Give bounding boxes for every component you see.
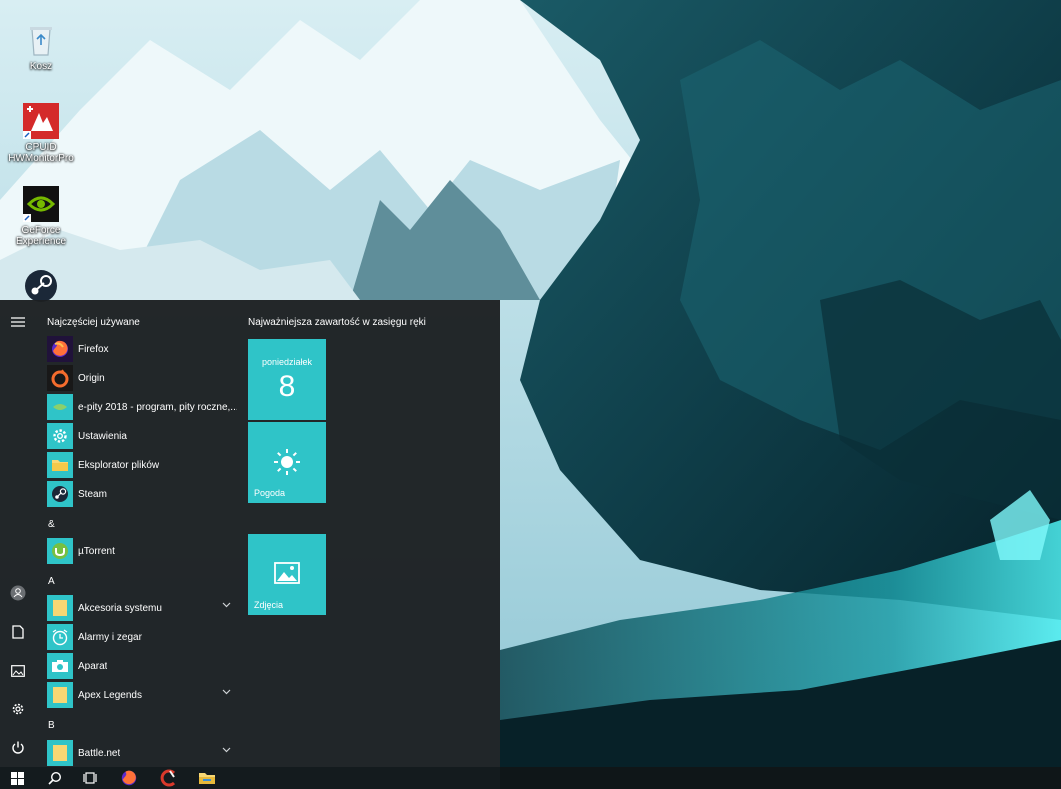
tiles-group-title: Najważniejsza zawartość w zasięgu ręki [248,317,426,328]
photos-icon [274,562,300,584]
app-item-steam[interactable]: Steam [47,481,237,507]
photos-tile-label: Zdjęcia [254,600,284,610]
utorrent-icon [47,538,73,564]
calendar-tile[interactable]: poniedziałek 8 [248,339,326,420]
app-label: Steam [78,488,107,500]
alarm-clock-icon [47,624,73,650]
app-list: Najczęściej używane Firefox Origin e-pit… [47,300,237,767]
settings-gear-icon [47,423,73,449]
app-item-utorrent[interactable]: µTorrent [47,538,237,564]
settings-icon[interactable] [0,693,36,725]
power-icon[interactable] [0,732,36,764]
origin-icon [47,365,73,391]
windows-start-icon[interactable] [0,767,34,789]
app-label: Ustawienia [78,430,127,442]
photos-tile[interactable]: Zdjęcia [248,534,326,615]
sun-icon [274,449,300,475]
app-item-akcesoria-systemu[interactable]: Akcesoria systemu [47,595,237,621]
app-item-origin[interactable]: Origin [47,365,237,391]
app-label: Battle.net [78,747,121,759]
app-item-battle-net[interactable]: Battle.net [47,740,237,766]
calendar-date: 8 [278,370,296,403]
chevron-down-icon[interactable] [222,602,231,608]
hwmonitor-icon [23,103,59,139]
desktop-icon-label: CPUID HWMonitorPro [8,142,74,164]
camera-icon [47,653,73,679]
app-label: Akcesoria systemu [78,602,162,614]
weather-tile-label: Pogoda [254,488,286,498]
desktop-icon-geforce-experience[interactable]: GeForce Experience [0,186,82,247]
app-label: Apex Legends [78,689,142,701]
group-header-ampersand[interactable]: & [48,519,55,530]
firefox-icon [47,336,73,362]
pictures-icon[interactable] [0,655,36,687]
folder-icon [47,452,73,478]
desktop-icon-recycle-bin[interactable]: Kosz [0,22,82,72]
chevron-down-icon[interactable] [222,747,231,753]
tiles-area: Najważniejsza zawartość w zasięgu ręki p… [248,300,488,767]
desktop-icon-label: Kosz [29,61,53,72]
task-view-icon[interactable] [73,767,107,789]
desktop-icon-steam[interactable] [0,268,82,304]
app-label: Aparat [78,660,108,672]
app-item-file-explorer[interactable]: Eksplorator plików [47,452,237,478]
app-item-apex-legends[interactable]: Apex Legends [47,682,237,708]
app-label: Eksplorator plików [78,459,160,471]
app-item-alarmy-i-zegar[interactable]: Alarmy i zegar [47,624,237,650]
folder-icon [47,595,73,621]
app-label: µTorrent [78,545,115,557]
most-used-title: Najczęściej używane [47,317,140,328]
hamburger-menu-icon[interactable] [0,306,36,338]
group-header-a[interactable]: A [48,576,55,587]
ccleaner-icon[interactable] [152,767,186,789]
app-label: Origin [78,372,105,384]
taskbar [0,767,1061,789]
app-item-firefox[interactable]: Firefox [47,336,237,362]
documents-icon[interactable] [0,616,36,648]
app-item-aparat[interactable]: Aparat [47,653,237,679]
desktop-icon-label: GeForce Experience [15,225,67,247]
recycle-bin-icon [23,22,59,58]
app-item-settings[interactable]: Ustawienia [47,423,237,449]
file-explorer-icon[interactable] [190,767,224,789]
app-label: Firefox [78,343,109,355]
app-label: e-pity 2018 - program, pity roczne,... [78,401,237,413]
folder-icon [47,740,73,766]
app-label: Alarmy i zegar [78,631,142,643]
user-account-icon[interactable] [0,577,36,609]
group-header-b[interactable]: B [48,720,55,731]
folder-icon [47,682,73,708]
firefox-taskbar-icon[interactable] [112,767,146,789]
search-icon[interactable] [38,767,72,789]
e-pity-icon [47,394,73,420]
chevron-down-icon[interactable] [222,689,231,695]
desktop-icon-hwmonitor[interactable]: CPUID HWMonitorPro [0,103,82,164]
calendar-day-name: poniedziałek [261,357,313,367]
weather-tile[interactable]: Pogoda [248,422,326,503]
app-item-e-pity[interactable]: e-pity 2018 - program, pity roczne,... [47,394,237,420]
steam-icon [47,481,73,507]
nvidia-icon [23,186,59,222]
start-menu: Najczęściej używane Firefox Origin e-pit… [0,300,500,767]
steam-icon [23,268,59,304]
start-menu-rail [0,300,36,767]
